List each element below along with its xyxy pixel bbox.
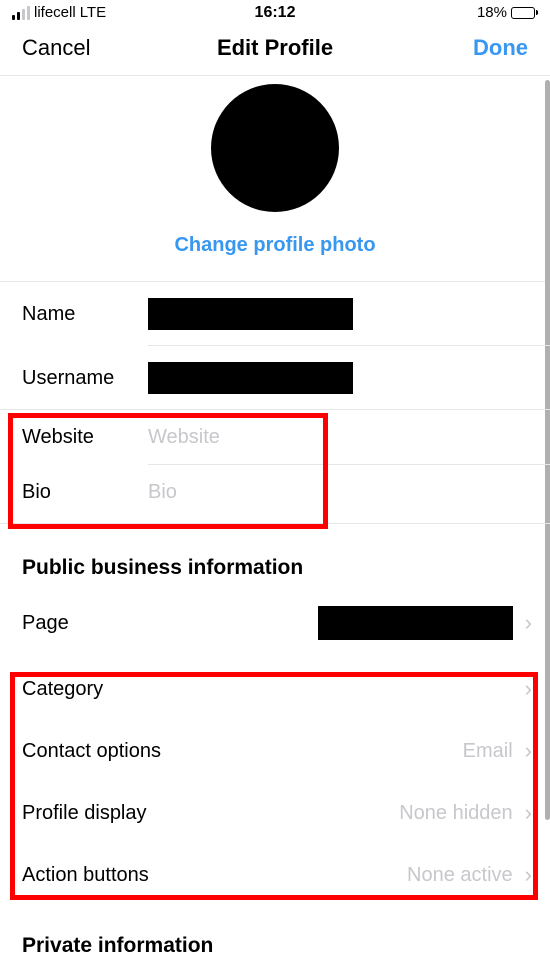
done-button[interactable]: Done	[473, 35, 528, 61]
page-label: Page	[22, 612, 318, 635]
page-row[interactable]: Page ›	[0, 588, 550, 658]
website-input[interactable]: Website	[148, 426, 550, 449]
username-label: Username	[22, 367, 148, 390]
business-header: Public business information	[0, 524, 550, 588]
display-label: Profile display	[22, 802, 399, 825]
carrier-label: lifecell	[34, 4, 76, 21]
change-photo-button[interactable]: Change profile photo	[174, 234, 375, 257]
bio-input[interactable]: Bio	[148, 481, 550, 504]
avatar-section: Change profile photo	[0, 76, 550, 282]
private-header: Private information	[0, 906, 550, 966]
page-title: Edit Profile	[217, 35, 333, 61]
name-redacted	[148, 298, 353, 330]
contact-label: Contact options	[22, 740, 463, 763]
avatar[interactable]	[211, 84, 339, 212]
name-row[interactable]: Name	[0, 282, 550, 346]
nav-bar: Cancel Edit Profile Done	[0, 23, 550, 76]
status-bar: lifecell LTE 16:12 18%	[0, 0, 550, 23]
page-redacted	[318, 606, 513, 640]
actions-label: Action buttons	[22, 864, 407, 887]
category-row[interactable]: Category ›	[0, 658, 550, 720]
name-label: Name	[22, 303, 148, 326]
bio-row[interactable]: Bio Bio	[0, 465, 550, 524]
contact-options-row[interactable]: Contact options Email ›	[0, 720, 550, 782]
profile-display-row[interactable]: Profile display None hidden ›	[0, 782, 550, 844]
chevron-right-icon: ›	[525, 862, 532, 888]
battery-icon	[511, 7, 538, 19]
bio-label: Bio	[22, 481, 148, 504]
signal-icon	[12, 6, 30, 20]
cancel-button[interactable]: Cancel	[22, 35, 90, 61]
network-label: LTE	[80, 4, 106, 21]
contact-value: Email	[463, 740, 513, 763]
battery-percent: 18%	[477, 4, 507, 21]
display-value: None hidden	[399, 802, 512, 825]
chevron-right-icon: ›	[525, 676, 532, 702]
chevron-right-icon: ›	[525, 800, 532, 826]
username-row[interactable]: Username	[0, 346, 550, 410]
action-buttons-row[interactable]: Action buttons None active ›	[0, 844, 550, 906]
website-label: Website	[22, 426, 148, 449]
actions-value: None active	[407, 864, 513, 887]
category-label: Category	[22, 678, 513, 701]
chevron-right-icon: ›	[525, 738, 532, 764]
username-redacted	[148, 362, 353, 394]
chevron-right-icon: ›	[525, 610, 532, 636]
clock: 16:12	[255, 4, 296, 22]
website-row[interactable]: Website Website	[0, 410, 550, 465]
